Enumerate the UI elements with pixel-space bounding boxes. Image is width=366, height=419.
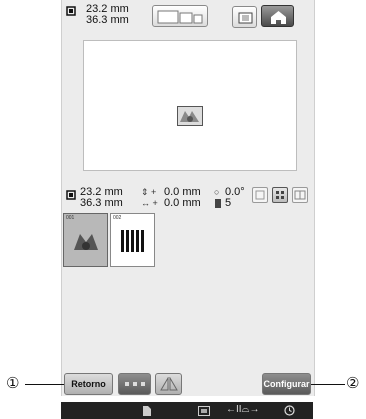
- horizontal-offset-value: 0.0 mm: [164, 197, 201, 209]
- return-button[interactable]: Retorno: [64, 373, 113, 395]
- thumbnail-number: 002: [113, 215, 122, 221]
- frame-selector-button[interactable]: [152, 5, 208, 27]
- thread-spool-icon: [215, 199, 221, 208]
- callout-1: ①: [6, 374, 20, 392]
- home-icon: [271, 11, 286, 24]
- frame-size-icon: [66, 6, 76, 16]
- pattern-thumbnail[interactable]: 002: [110, 213, 155, 267]
- grid-icon: [276, 191, 284, 199]
- pattern-thumbnail[interactable]: 001: [63, 213, 108, 267]
- split-view-icon: [294, 190, 306, 200]
- grid-small-icon: [255, 190, 265, 200]
- home-button[interactable]: [261, 5, 294, 27]
- thumbnail-number: 001: [66, 215, 75, 221]
- rotation-icon: ○: [214, 187, 220, 197]
- embroidery-frame-icon: [157, 10, 203, 24]
- vertical-offset-icon: ⇕ +: [141, 187, 157, 197]
- callout-1-line: [25, 384, 64, 385]
- color-count-value: 5: [225, 197, 232, 209]
- page-icon: [143, 406, 151, 416]
- floral-pattern-icon: [74, 234, 98, 250]
- pattern-height-value: 36.3 mm: [80, 197, 123, 209]
- layout-button[interactable]: [118, 373, 151, 395]
- view-zoom-button[interactable]: [252, 187, 268, 203]
- tension-indicator: ←II⌓→: [226, 404, 260, 415]
- configure-button[interactable]: Configurar: [262, 373, 311, 395]
- mirror-button[interactable]: [155, 373, 182, 395]
- layout-dots-icon: [124, 382, 145, 386]
- view-split-button[interactable]: [292, 187, 308, 203]
- top-height-value: 36.3 mm: [86, 14, 129, 26]
- pattern-preview-area[interactable]: [83, 40, 297, 171]
- camera-button[interactable]: [232, 6, 257, 28]
- callout-2: ②: [346, 374, 360, 392]
- callout-2-line: [311, 384, 345, 385]
- barcode-pattern-icon: [121, 230, 144, 252]
- frame-status-icon: [198, 406, 210, 416]
- status-bar: ←II⌓→: [61, 402, 313, 419]
- embroidery-pattern-icon: [177, 106, 203, 126]
- camera-icon: [238, 12, 253, 24]
- clock-icon: [284, 405, 295, 416]
- view-grid-button[interactable]: [272, 187, 288, 203]
- horizontal-offset-icon: ↔ +: [141, 198, 158, 208]
- mirror-icon: [159, 377, 178, 391]
- pattern-size-icon: [66, 190, 76, 200]
